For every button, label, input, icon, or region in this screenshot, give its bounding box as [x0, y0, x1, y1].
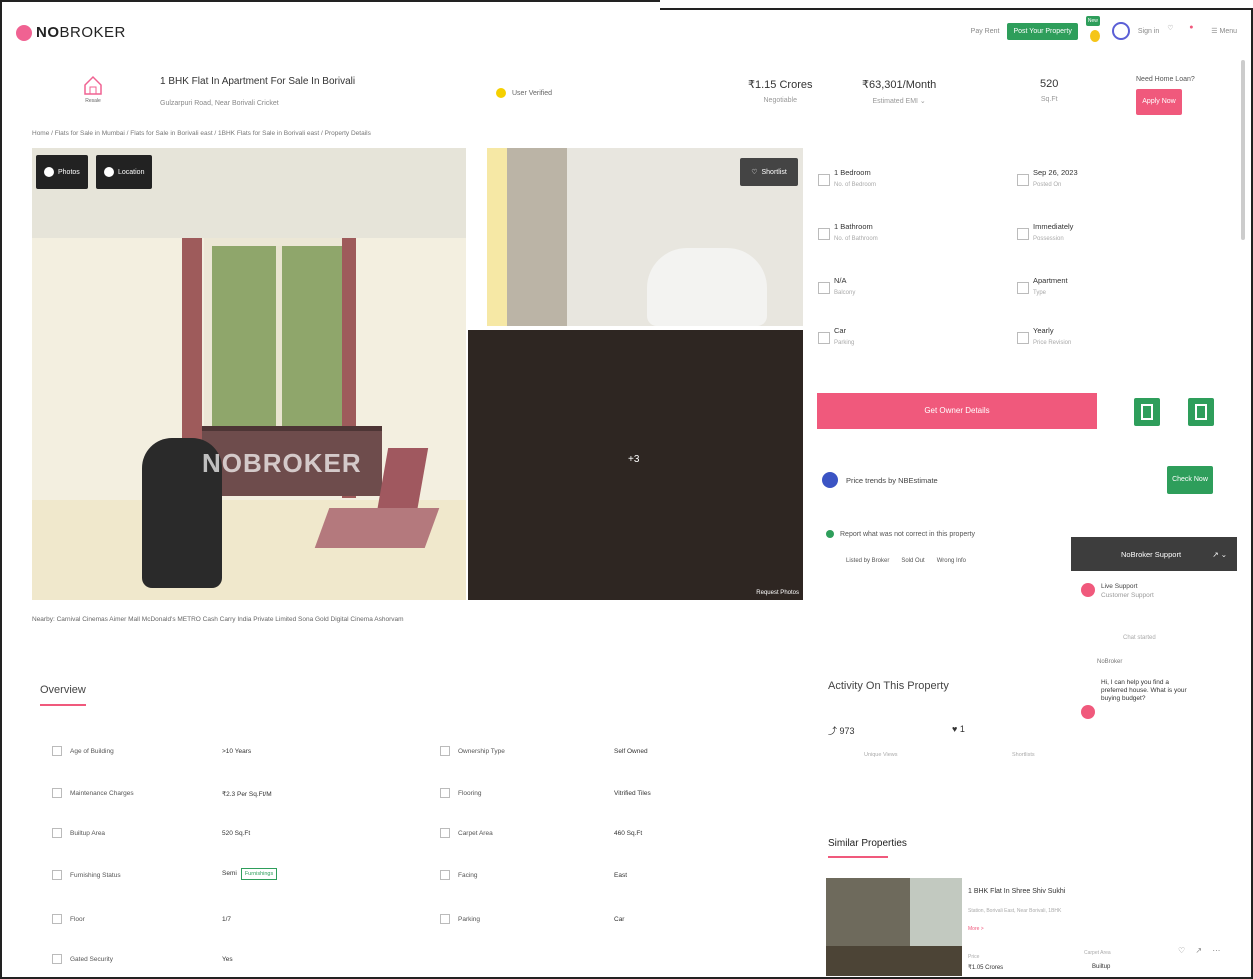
menu-icon[interactable]: ☰ Menu — [1211, 27, 1237, 35]
price-trends: Price trends by NBEstimate — [822, 472, 938, 488]
security-icon — [52, 954, 62, 964]
top-border — [660, 0, 1253, 10]
similar-actions-icons[interactable]: ♡ ↗ ⋯ — [1178, 946, 1224, 955]
shortlist-button[interactable]: ♡ Shortlist — [740, 158, 798, 186]
feature-bathroom: 1 Bathroom No. of Bathroom — [818, 222, 878, 242]
support-chat-header[interactable]: NoBroker Support ↗ ⌄ — [1071, 537, 1237, 571]
key-icon — [1017, 228, 1029, 240]
price-icon — [1017, 332, 1029, 344]
signin-link[interactable]: Sign in — [1138, 28, 1159, 35]
photo-watermark: NOBROKER — [202, 448, 362, 478]
feature-possession: Immediately Possession — [1017, 222, 1073, 242]
calculator-icon — [1141, 404, 1153, 420]
furnishings-link[interactable]: Furnishings — [240, 868, 278, 880]
heart-outline-icon: ♡ — [751, 169, 758, 176]
report-option[interactable]: Listed by Broker — [846, 558, 889, 564]
logo-icon — [16, 24, 32, 41]
activity-title: Activity On This Property — [828, 680, 949, 692]
more-photos-tile[interactable]: +3 Request Photos — [468, 330, 803, 600]
similar-property-photo[interactable] — [826, 878, 962, 976]
emi-block[interactable]: ₹63,301/Month Estimated EMI ⌄ — [862, 78, 936, 105]
breadcrumb[interactable]: Home / Flats for Sale in Mumbai / Flats … — [32, 130, 371, 137]
expand-icon[interactable]: ↗ ⌄ — [1212, 550, 1227, 559]
furnishing-icon — [52, 870, 62, 880]
apply-now-button[interactable]: Apply Now — [1136, 89, 1182, 115]
notification-icon[interactable]: ● — [1189, 24, 1203, 38]
feature-balcony: N/A Balcony — [818, 276, 855, 296]
heart-icon[interactable]: ♡ — [1167, 24, 1181, 38]
new-offer-icon[interactable]: New — [1085, 16, 1104, 42]
report-options: Listed by Broker Sold Out Wrong Info — [846, 558, 966, 564]
bath-icon — [818, 228, 830, 240]
overview-label: Age of Building — [52, 746, 114, 756]
nobroker-logo[interactable]: NOBROKER — [16, 24, 126, 41]
report-option[interactable]: Sold Out — [901, 558, 924, 564]
chat-icon — [1195, 404, 1207, 420]
parking-icon — [440, 914, 450, 924]
property-title: 1 BHK Flat In Apartment For Sale In Bori… — [160, 76, 356, 87]
area-block: 520 Sq.Ft — [1040, 78, 1059, 103]
header-actions: Pay Rent Post Your Property New Sign in … — [971, 16, 1237, 42]
main-property-photo[interactable]: NOBROKER — [32, 148, 466, 600]
shortlists-count: ♥ 1 — [952, 724, 965, 734]
flooring-icon — [440, 788, 450, 798]
report-icon — [826, 530, 834, 538]
unique-views: ⤴ 973 — [828, 726, 855, 736]
floor-icon — [52, 914, 62, 924]
verified-icon — [496, 88, 506, 98]
check-now-button[interactable]: Check Now — [1167, 466, 1213, 494]
resale-house-icon: Resale — [80, 74, 106, 108]
feature-posted: Sep 26, 2023 Posted On — [1017, 168, 1078, 188]
photo-strip — [487, 148, 507, 326]
facing-icon — [440, 870, 450, 880]
bot-avatar — [1081, 705, 1095, 719]
support-avatar — [1081, 583, 1095, 597]
post-property-button[interactable]: Post Your Property — [1007, 22, 1078, 40]
maintenance-icon — [52, 788, 62, 798]
overview-title: Overview — [40, 684, 86, 696]
calendar-icon — [1017, 174, 1029, 186]
request-photos-link[interactable]: Request Photos — [756, 590, 799, 596]
user-avatar-icon[interactable] — [1111, 22, 1130, 40]
photos-button[interactable]: Photos — [36, 155, 88, 189]
location-pin-icon — [104, 167, 114, 177]
get-owner-details-button[interactable]: Get Owner Details — [817, 393, 1097, 429]
property-address[interactable]: Gulzarpuri Road, Near Borivali Cricket — [160, 100, 279, 107]
building-age-icon — [52, 746, 62, 756]
verified-badge: User Verified — [496, 88, 552, 98]
feature-type: Apartment Type — [1017, 276, 1068, 296]
support-chat-panel: Live Support Customer Support Chat starte… — [1071, 571, 1201, 741]
feature-price-revision: Yearly Price Revision — [1017, 326, 1071, 346]
building-icon — [1017, 282, 1029, 294]
balcony-icon — [818, 282, 830, 294]
feature-parking: Car Parking — [818, 326, 854, 346]
ownership-icon — [440, 746, 450, 756]
builtup-icon — [52, 828, 62, 838]
feature-bedroom: 1 Bedroom No. of Bedroom — [818, 168, 876, 188]
pay-rent-link[interactable]: Pay Rent — [971, 28, 1000, 35]
home-loan-block: Need Home Loan? Apply Now — [1136, 76, 1195, 115]
page-scrollbar[interactable] — [1241, 60, 1245, 240]
report-issue: Report what was not correct in this prop… — [826, 530, 975, 538]
bed-icon — [818, 174, 830, 186]
calculator-button[interactable] — [1134, 398, 1160, 426]
camera-icon — [44, 167, 54, 177]
top-navbar: NOBROKER Pay Rent Post Your Property New… — [10, 14, 1245, 54]
location-button[interactable]: Location — [96, 155, 153, 189]
carpet-area-icon — [440, 828, 450, 838]
overview-underline — [40, 704, 86, 706]
similar-properties-title: Similar Properties — [828, 838, 907, 849]
chat-button[interactable] — [1188, 398, 1214, 426]
price-block: ₹1.15 Crores Negotiable — [748, 79, 813, 104]
nearby-places: Nearby: Carnival Cinemas Aimer Mall McDo… — [32, 616, 404, 623]
report-option[interactable]: Wrong Info — [937, 558, 966, 564]
similar-more-link[interactable]: More > — [968, 926, 984, 932]
nbestimate-icon — [822, 472, 838, 488]
similar-property-name[interactable]: 1 BHK Flat In Shree Shiv Sukhi — [968, 888, 1065, 895]
chat-message: Hi, I can help you find a preferred hous… — [1101, 679, 1187, 703]
car-icon — [818, 332, 830, 344]
